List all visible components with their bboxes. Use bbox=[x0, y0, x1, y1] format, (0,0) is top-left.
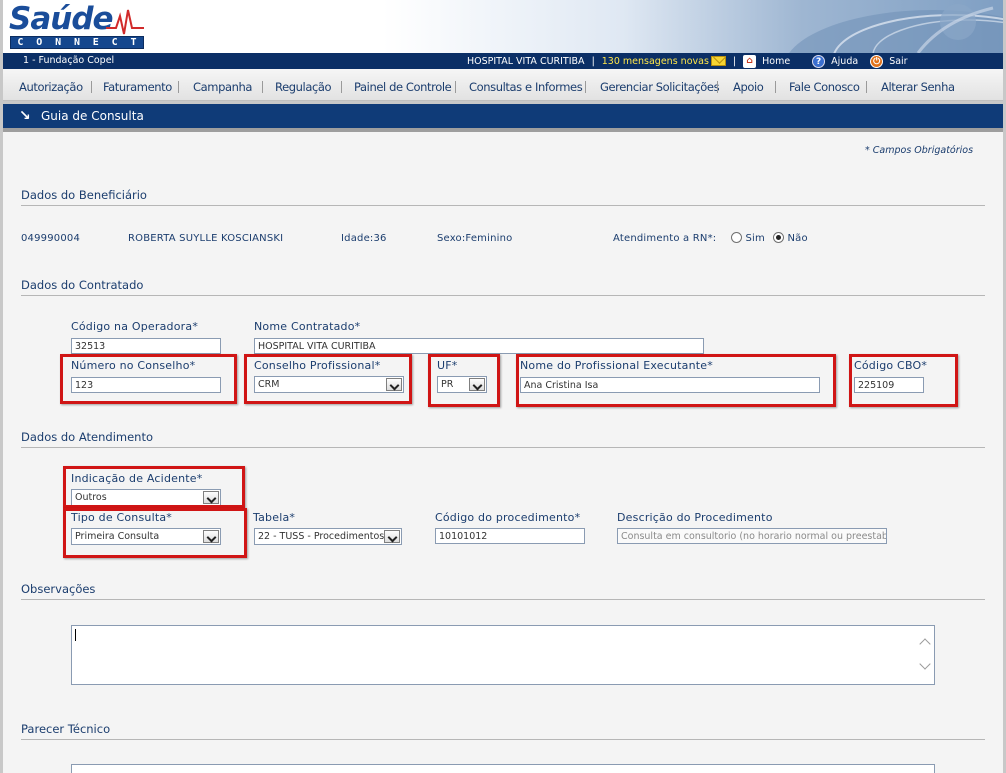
logo-letter: T bbox=[130, 37, 137, 48]
home-label: Home bbox=[762, 55, 791, 67]
menu-item-fale-conosco[interactable]: Fale Conosco bbox=[789, 80, 860, 94]
beneficiary-card-number: 049990004 bbox=[21, 233, 81, 244]
menu-item-regulacao[interactable]: Regulação bbox=[275, 80, 332, 94]
menu-divider bbox=[866, 81, 867, 93]
operator-name: 1 - Fundação Copel bbox=[23, 55, 115, 66]
menu-item-painel[interactable]: Painel de Controle bbox=[354, 80, 452, 94]
menu-item-consultas[interactable]: Consultas e Informes bbox=[469, 80, 583, 94]
rn-nao-label: Não bbox=[787, 233, 808, 244]
power-icon: ⏻ bbox=[870, 54, 884, 68]
help-label: Ajuda bbox=[831, 55, 859, 67]
rn-label: Atendimento a RN*: bbox=[613, 233, 717, 244]
section-atendimento: Dados do Atendimento bbox=[21, 430, 985, 448]
logo-letter: E bbox=[92, 37, 99, 48]
page-title: Guia de Consulta bbox=[41, 109, 144, 123]
logo-letter: C bbox=[17, 37, 24, 48]
logo-text: Saúde bbox=[9, 1, 114, 37]
header-decoration-image bbox=[789, 4, 1003, 53]
highlight-box bbox=[428, 354, 500, 407]
help-icon: ? bbox=[812, 54, 826, 68]
menu-item-alterar-senha[interactable]: Alterar Senha bbox=[881, 80, 955, 94]
observacoes-textarea[interactable] bbox=[71, 625, 935, 685]
menu-item-faturamento[interactable]: Faturamento bbox=[103, 80, 172, 94]
separator: | bbox=[591, 55, 595, 67]
menu-divider bbox=[91, 81, 92, 93]
section-observacoes: Observações bbox=[21, 582, 985, 600]
exit-label: Sair bbox=[889, 55, 908, 67]
page-title-bar: ↘ Guia de Consulta bbox=[3, 104, 1003, 128]
scroll-up-icon[interactable] bbox=[919, 638, 931, 650]
highlight-box bbox=[60, 354, 237, 404]
highlight-box bbox=[244, 354, 412, 404]
logo-connect-bar: C O N N E C T bbox=[10, 36, 144, 49]
highlight-box bbox=[516, 354, 836, 407]
descricao-procedimento-field: Consulta em consultorio (no horario norm… bbox=[617, 528, 887, 544]
rn-sim-label: Sim bbox=[745, 233, 765, 244]
beneficiary-age: Idade:36 bbox=[341, 233, 387, 244]
logo-letter: O bbox=[36, 37, 43, 48]
logo-letter: N bbox=[73, 37, 80, 48]
nome-contratado-field[interactable]: HOSPITAL VITA CURITIBA bbox=[254, 338, 704, 354]
parecer-textarea[interactable] bbox=[71, 764, 935, 773]
menu-item-apoio[interactable]: Apoio bbox=[733, 80, 764, 94]
highlight-box bbox=[849, 354, 958, 407]
rn-sim-radio[interactable] bbox=[731, 232, 742, 243]
menu-divider bbox=[585, 81, 586, 93]
nome-contratado-label: Nome Contratado* bbox=[254, 320, 361, 333]
codigo-operadora-label: Código na Operadora* bbox=[71, 320, 199, 333]
descricao-procedimento-label: Descrição do Procedimento bbox=[617, 511, 773, 524]
textarea-scrollbar[interactable] bbox=[917, 626, 934, 684]
top-info-bar: 1 - Fundação Copel HOSPITAL VITA CURITIB… bbox=[3, 53, 1003, 69]
menu-divider bbox=[178, 81, 179, 93]
exit-link[interactable]: ⏻ Sair bbox=[870, 54, 908, 68]
codigo-procedimento-field[interactable]: 10101012 bbox=[435, 528, 585, 544]
tabela-label: Tabela* bbox=[253, 511, 296, 524]
rn-nao-radio[interactable] bbox=[773, 232, 784, 243]
logo-letter: N bbox=[55, 37, 62, 48]
menu-divider bbox=[341, 81, 342, 93]
menu-item-autorizacao[interactable]: Autorização bbox=[19, 80, 83, 94]
tabela-select[interactable]: 22 - TUSS - Procedimentos bbox=[254, 528, 402, 545]
main-menu: Autorização Faturamento Campanha Regulaç… bbox=[3, 69, 1003, 101]
menu-divider bbox=[262, 81, 263, 93]
home-icon: ⌂ bbox=[743, 54, 757, 68]
help-link[interactable]: ? Ajuda bbox=[812, 54, 859, 68]
arrow-down-right-icon: ↘ bbox=[19, 108, 31, 124]
form-content: * Campos Obrigatórios Dados do Beneficiá… bbox=[3, 132, 1003, 773]
home-link[interactable]: ⌂ Home bbox=[743, 54, 791, 68]
app-header: Saúde C O N N E C T bbox=[3, 0, 1003, 53]
menu-divider bbox=[455, 81, 456, 93]
highlight-box bbox=[63, 508, 247, 558]
menu-divider bbox=[717, 81, 718, 93]
menu-item-gerenciar[interactable]: Gerenciar Solicitações bbox=[600, 80, 720, 94]
logo-letter: C bbox=[111, 37, 118, 48]
hospital-name: HOSPITAL VITA CURITIBA bbox=[467, 55, 585, 67]
section-contratado: Dados do Contratado bbox=[21, 278, 985, 296]
chevron-down-icon[interactable] bbox=[384, 530, 400, 543]
messages-link[interactable]: 130 mensagens novas bbox=[602, 56, 709, 67]
rn-nao-option[interactable]: Não bbox=[773, 231, 808, 244]
codigo-procedimento-label: Código do procedimento* bbox=[435, 511, 581, 524]
menu-item-campanha[interactable]: Campanha bbox=[193, 80, 252, 94]
menu-divider bbox=[775, 81, 776, 93]
section-parecer-tecnico: Parecer Técnico bbox=[21, 722, 985, 740]
beneficiary-name: ROBERTA SUYLLE KOSCIANSKI bbox=[128, 233, 284, 244]
heartbeat-logo-icon bbox=[106, 9, 144, 35]
text-cursor bbox=[75, 629, 76, 641]
beneficiary-sex: Sexo:Feminino bbox=[437, 233, 513, 244]
scroll-down-icon[interactable] bbox=[919, 658, 931, 670]
rn-sim-option[interactable]: Sim bbox=[731, 231, 765, 244]
tabela-value: 22 - TUSS - Procedimentos bbox=[258, 531, 385, 542]
separator: | bbox=[732, 55, 737, 67]
codigo-operadora-field[interactable]: 32513 bbox=[71, 338, 221, 354]
section-beneficiario: Dados do Beneficiário bbox=[21, 188, 985, 206]
highlight-box bbox=[63, 466, 245, 508]
required-fields-note: * Campos Obrigatórios bbox=[865, 145, 974, 156]
mail-icon[interactable] bbox=[710, 56, 726, 66]
